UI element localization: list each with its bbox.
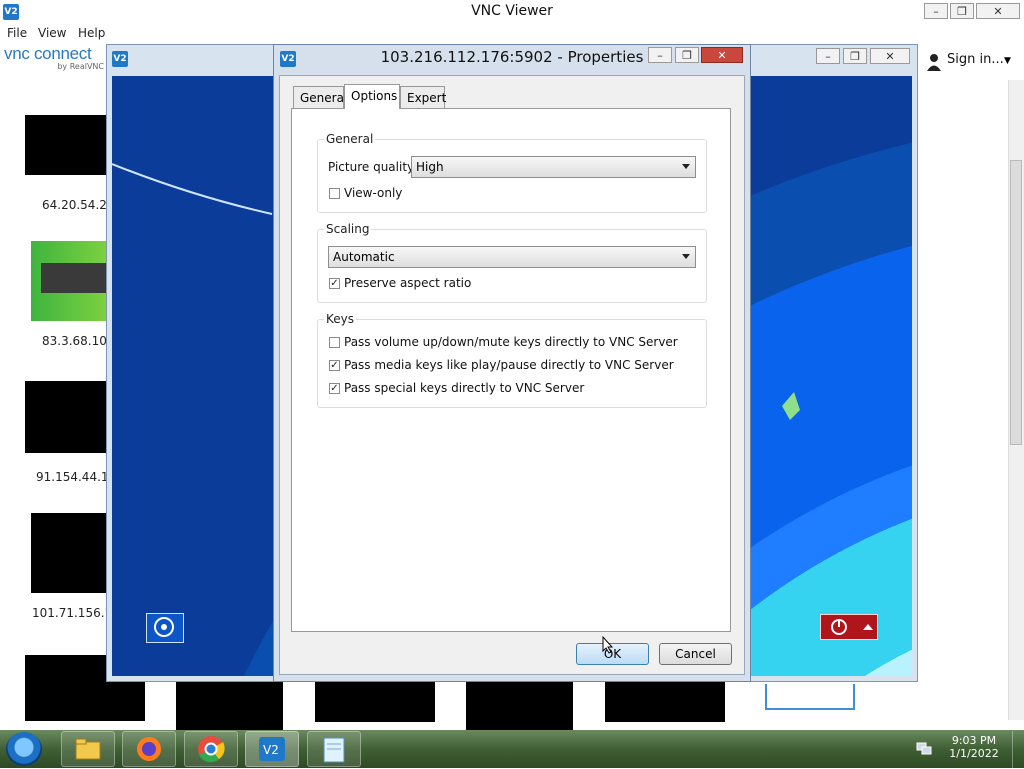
firefox-icon <box>137 737 161 761</box>
dialog-minimize-button[interactable]: – <box>648 47 672 63</box>
file-explorer-icon <box>75 738 101 760</box>
vnc-app-icon: V2 <box>112 51 128 67</box>
connection-thumbnail[interactable] <box>25 115 110 175</box>
taskbar-notepad[interactable] <box>307 731 361 767</box>
connection-thumbnail[interactable] <box>176 682 283 730</box>
tab-expert[interactable]: Expert <box>400 86 446 108</box>
connection-thumbnail[interactable] <box>466 682 573 730</box>
session-restore-button[interactable]: ❐ <box>843 48 867 64</box>
pass-special-keys-label[interactable]: Pass special keys directly to VNC Server <box>344 381 584 395</box>
svg-text:V2: V2 <box>263 743 279 757</box>
session-power-button[interactable] <box>820 614 878 640</box>
notepad-icon <box>323 737 345 763</box>
dialog-maximize-button[interactable]: ❐ <box>675 47 699 63</box>
pass-special-keys-checkbox[interactable]: ✓ <box>329 383 340 394</box>
chevron-down-icon <box>682 254 690 259</box>
close-button[interactable]: ✕ <box>976 3 1020 19</box>
start-button[interactable] <box>6 732 42 766</box>
menu-help[interactable]: Help <box>78 26 105 40</box>
dialog-close-button[interactable]: ✕ <box>701 47 743 63</box>
picture-quality-select[interactable]: High <box>411 156 696 178</box>
preserve-aspect-checkbox[interactable]: ✓ <box>329 278 340 289</box>
restore-button[interactable]: ❐ <box>950 3 974 19</box>
clock-date: 1/1/2022 <box>949 747 999 760</box>
connection-thumbnail[interactable] <box>31 241 111 321</box>
tray-clock[interactable]: 9:03 PM 1/1/2022 <box>946 734 1002 760</box>
connection-thumbnail[interactable] <box>315 682 435 722</box>
scaling-select[interactable]: Automatic <box>328 246 696 268</box>
minimize-button[interactable]: – <box>924 3 948 19</box>
picture-quality-label: Picture quality: <box>328 160 418 174</box>
menu-view[interactable]: View <box>38 26 66 40</box>
network-icon[interactable] <box>916 740 932 756</box>
brand-name: vnc connect <box>4 44 92 63</box>
taskbar-firefox[interactable] <box>122 731 176 767</box>
pass-volume-keys-label[interactable]: Pass volume up/down/mute keys directly t… <box>344 335 678 349</box>
connection-thumbnail[interactable] <box>25 381 110 453</box>
preserve-aspect-label[interactable]: Preserve aspect ratio <box>344 276 471 290</box>
view-only-checkbox[interactable] <box>329 188 340 199</box>
taskbar-vnc-viewer[interactable]: V2 <box>245 731 299 767</box>
vnc-viewer-icon: V2 <box>259 737 285 761</box>
menubar <box>0 24 1024 42</box>
cancel-button[interactable]: Cancel <box>659 643 732 665</box>
session-toolbar-toggle[interactable] <box>146 613 184 643</box>
session-minimize-button[interactable]: – <box>816 48 840 64</box>
tab-general[interactable]: General <box>293 86 347 108</box>
keys-group-label: Keys <box>324 312 357 326</box>
scaling-group-label: Scaling <box>324 222 372 236</box>
pass-volume-keys-checkbox[interactable] <box>329 337 340 348</box>
scaling-value: Automatic <box>333 250 395 264</box>
session-close-button[interactable]: ✕ <box>870 48 910 64</box>
connection-thumbnail[interactable] <box>765 684 855 710</box>
sign-in-link[interactable]: Sign in... <box>947 52 1004 67</box>
general-group-label: General <box>324 132 376 146</box>
scrollbar-thumb[interactable] <box>1010 160 1022 445</box>
connection-thumbnail[interactable] <box>31 513 110 593</box>
brand-logo: vnc connect by RealVNC <box>4 44 104 71</box>
picture-quality-value: High <box>416 160 444 174</box>
view-only-label[interactable]: View-only <box>344 186 402 200</box>
pass-media-keys-label[interactable]: Pass media keys like play/pause directly… <box>344 358 674 372</box>
taskbar-file-explorer[interactable] <box>61 731 115 767</box>
menu-file[interactable]: File <box>7 26 27 40</box>
pass-media-keys-checkbox[interactable]: ✓ <box>329 360 340 371</box>
chrome-icon <box>198 736 225 763</box>
mouse-cursor <box>602 635 614 657</box>
connection-thumbnail[interactable] <box>605 682 725 722</box>
clock-time: 9:03 PM <box>951 734 997 747</box>
user-icon[interactable] <box>926 53 942 71</box>
chevron-down-icon[interactable]: ▼ <box>1004 56 1011 66</box>
show-desktop-button[interactable] <box>1012 731 1024 768</box>
tab-options[interactable]: Options <box>344 84 400 109</box>
taskbar-chrome[interactable] <box>184 731 238 767</box>
main-window-title: VNC Viewer <box>471 3 553 19</box>
chevron-down-icon <box>682 164 690 169</box>
